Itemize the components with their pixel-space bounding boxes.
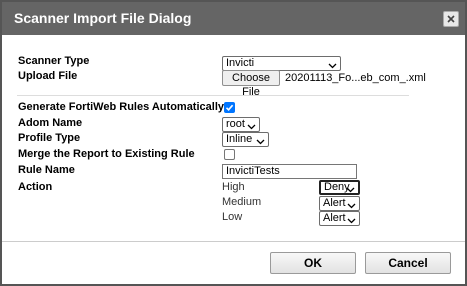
profile-type-label: Profile Type [18, 132, 81, 144]
chevron-down-icon [256, 136, 265, 149]
rule-name-input[interactable]: InvictiTests [222, 164, 357, 179]
action-low-value: Alert [323, 212, 346, 224]
profile-type-select[interactable]: Inline [222, 132, 269, 147]
action-medium-label: Medium [222, 196, 262, 208]
scanner-type-value: Invicti [226, 57, 255, 69]
footer-divider [2, 241, 465, 242]
ok-button[interactable]: OK [270, 252, 356, 274]
scanner-type-label: Scanner Type [18, 55, 90, 67]
merge-report-label: Merge the Report to Existing Rule [18, 148, 195, 160]
close-button[interactable] [443, 11, 459, 27]
adom-name-value: root [226, 118, 245, 130]
profile-type-value: Inline [226, 133, 253, 145]
scanner-import-dialog: Scanner Import File Dialog Scanner Type … [0, 0, 467, 286]
action-low-select[interactable]: Alert [319, 211, 360, 226]
dialog-titlebar: Scanner Import File Dialog [2, 2, 465, 35]
adom-name-select[interactable]: root [222, 117, 260, 132]
dialog-title: Scanner Import File Dialog [14, 10, 192, 26]
choose-file-button[interactable]: Choose File [222, 70, 280, 98]
chevron-down-icon [346, 185, 355, 196]
cancel-button[interactable]: Cancel [365, 252, 451, 274]
action-label: Action [18, 181, 53, 193]
generate-rules-label: Generate FortiWeb Rules Automatically [18, 101, 224, 113]
section-divider [17, 95, 409, 96]
generate-rules-checkbox[interactable] [224, 102, 235, 113]
rule-name-label: Rule Name [18, 164, 75, 176]
merge-report-checkbox[interactable] [224, 149, 235, 160]
chevron-down-icon [347, 215, 356, 228]
action-high-label: High [222, 181, 245, 193]
selected-file-name: 20201113_Fo...eb_com_.xml [285, 72, 426, 84]
scanner-type-select[interactable]: Invicti [222, 56, 341, 71]
upload-file-label: Upload File [18, 70, 78, 82]
action-medium-value: Alert [323, 197, 346, 209]
adom-name-label: Adom Name [18, 117, 83, 129]
action-low-label: Low [222, 211, 243, 223]
action-medium-select[interactable]: Alert [319, 196, 360, 211]
action-high-select[interactable]: Deny [319, 180, 360, 195]
close-icon [447, 15, 455, 23]
